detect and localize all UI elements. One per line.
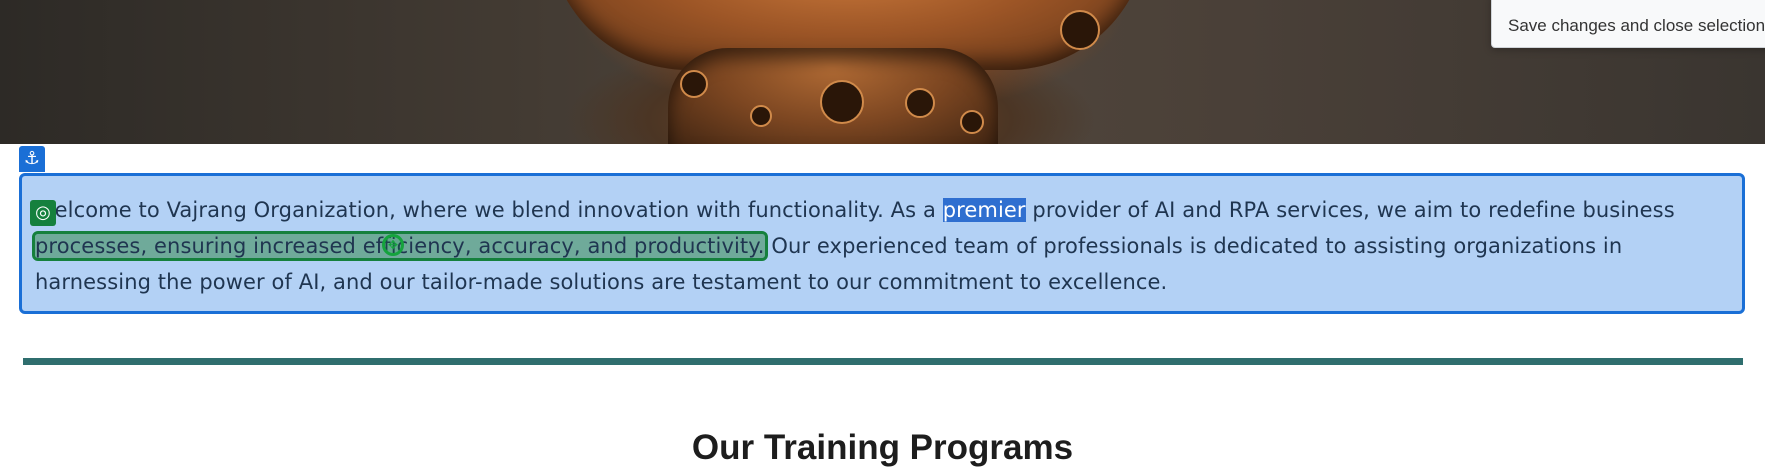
move-cursor-icon[interactable]: ✥ <box>382 234 404 256</box>
line2-after: Our experienced team of professionals is… <box>764 234 1623 258</box>
robot-detail <box>680 70 708 98</box>
line1-after: provider of AI and RPA services, we aim … <box>1025 198 1675 222</box>
robot-detail <box>820 80 864 124</box>
paragraph-text[interactable]: Welcome to Vajrang Organization, where w… <box>32 192 1735 300</box>
robot-detail <box>960 110 984 134</box>
save-close-tooltip: Save changes and close selection <box>1491 0 1765 48</box>
paragraph-line-1: Welcome to Vajrang Organization, where w… <box>35 192 1735 228</box>
anchor-icon[interactable]: ⚓ <box>19 146 45 172</box>
section-title: Our Training Programs <box>691 428 1074 467</box>
robot-detail <box>750 105 772 127</box>
line1-before: Welcome to Vajrang Organization, where w… <box>35 198 943 222</box>
paragraph-line-3: harnessing the power of AI, and our tail… <box>35 270 1168 294</box>
target-icon[interactable]: ◎ <box>30 200 56 226</box>
paragraph-line-2: processes, ensuring increased efficiency… <box>32 228 1735 264</box>
page: Save changes and close selection ⚓ Welco… <box>0 0 1765 469</box>
tooltip-text: Save changes and close selection <box>1508 16 1765 35</box>
highlighted-word[interactable]: premier <box>942 198 1026 222</box>
section-divider <box>23 358 1743 365</box>
robot-detail <box>905 88 935 118</box>
robot-detail <box>1060 10 1100 50</box>
